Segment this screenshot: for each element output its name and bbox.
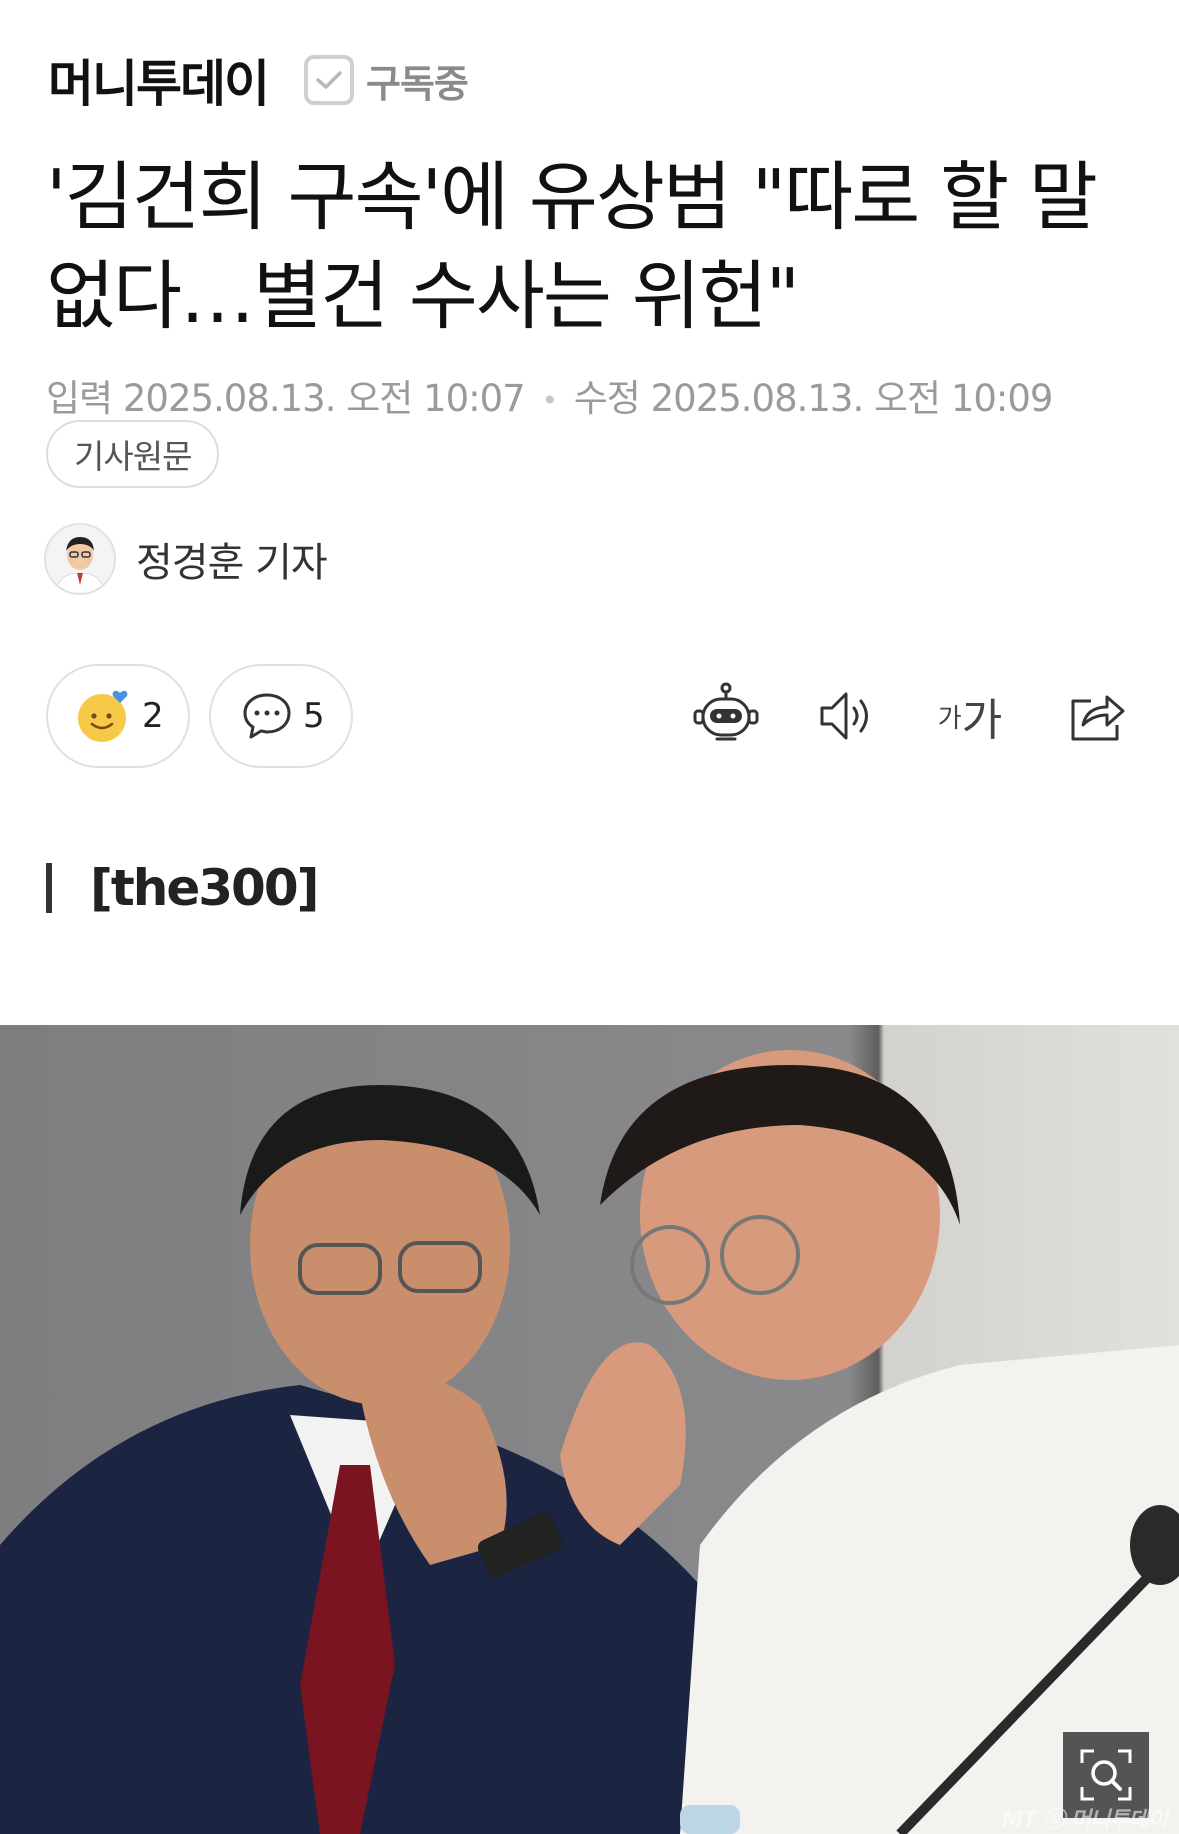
reaction-count: 2 bbox=[142, 696, 164, 736]
speaker-icon[interactable] bbox=[810, 678, 886, 754]
article-dates: 입력 2025.08.13. 오전 10:07 • 수정 2025.08.13.… bbox=[46, 368, 1054, 422]
publisher-name[interactable]: 머니투데이 bbox=[48, 44, 270, 116]
input-date: 2025.08.13. 오전 10:07 bbox=[122, 377, 526, 420]
font-size-icon[interactable]: 가가 bbox=[932, 678, 1008, 754]
article-photo[interactable]: MT ⓒ 머니투데이 bbox=[0, 1025, 1179, 1834]
reporter-avatar[interactable] bbox=[44, 523, 116, 595]
article-title-line2: 없다…별건 수사는 위헌" bbox=[46, 252, 800, 340]
separator-dot: • bbox=[541, 384, 557, 417]
comment-icon bbox=[241, 691, 293, 741]
section-label: [the300] bbox=[90, 859, 319, 917]
font-size-small: 가 bbox=[937, 703, 962, 734]
publisher-header: 머니투데이 구독중 bbox=[48, 44, 469, 116]
subscribe-button[interactable]: 구독중 bbox=[304, 53, 469, 108]
reaction-button[interactable]: 2 bbox=[46, 664, 190, 768]
input-label: 입력 bbox=[46, 377, 113, 420]
article-title: '김건희 구속'에 유상범 "따로 할 말 없다…별건 수사는 위헌" bbox=[46, 148, 1146, 346]
subscribe-label: 구독중 bbox=[366, 61, 469, 106]
reporter-info[interactable]: 정경훈 기자 bbox=[44, 523, 328, 595]
original-article-button[interactable]: 기사원문 bbox=[46, 420, 220, 488]
article-title-line1: '김건희 구속'에 유상범 "따로 할 말 bbox=[46, 153, 1098, 241]
modified-label: 수정 bbox=[573, 377, 641, 420]
photo-watermark: MT ⓒ 머니투데이 bbox=[1001, 1808, 1168, 1833]
comment-count: 5 bbox=[303, 696, 325, 736]
modified-date: 2025.08.13. 오전 10:09 bbox=[650, 377, 1054, 420]
section-bar bbox=[46, 863, 52, 913]
check-icon bbox=[304, 55, 354, 105]
share-icon[interactable] bbox=[1060, 678, 1136, 754]
smile-emoji-icon bbox=[76, 688, 132, 744]
comment-button[interactable]: 5 bbox=[209, 664, 353, 768]
section-tag: [the300] bbox=[46, 858, 319, 918]
font-size-big: 가 bbox=[961, 695, 1003, 746]
reporter-name: 정경훈 기자 bbox=[136, 540, 328, 586]
ai-summary-robot-icon[interactable] bbox=[688, 678, 764, 754]
